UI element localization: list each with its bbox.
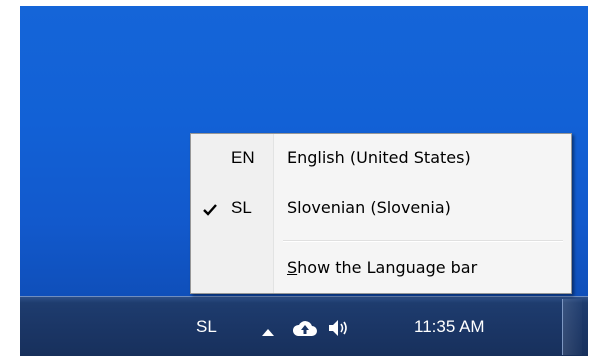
menu-item-show-language-bar[interactable]: Show the Language bar <box>191 252 571 288</box>
frame-left <box>0 0 20 356</box>
checkmark-icon <box>203 204 217 216</box>
menu-item-code: SL <box>231 198 252 217</box>
menu-item-code: EN <box>231 148 255 167</box>
taskbar: SL 11:35 AM <box>20 296 588 356</box>
clock[interactable]: 11:35 AM <box>414 317 524 343</box>
menu-separator <box>283 240 563 242</box>
menu-item-label-rest: how the Language bar <box>297 258 478 277</box>
volume-icon[interactable] <box>326 317 354 339</box>
menu-item-slovenian[interactable]: SL Slovenian (Slovenia) <box>191 192 571 228</box>
cloud-upload-icon[interactable] <box>292 317 318 339</box>
language-menu: EN English (United States) SL Slovenian … <box>190 133 572 294</box>
show-desktop-button[interactable] <box>562 299 582 355</box>
menu-item-label: Show the Language bar <box>287 258 567 282</box>
mnemonic-letter: S <box>287 258 298 277</box>
show-hidden-icons-arrow-icon[interactable] <box>262 329 274 336</box>
menu-item-label: Slovenian (Slovenia) <box>287 198 451 217</box>
menu-item-english[interactable]: EN English (United States) <box>191 142 571 178</box>
frame-right <box>588 0 604 356</box>
menu-item-label: English (United States) <box>287 148 471 167</box>
language-indicator[interactable]: SL <box>196 317 232 343</box>
